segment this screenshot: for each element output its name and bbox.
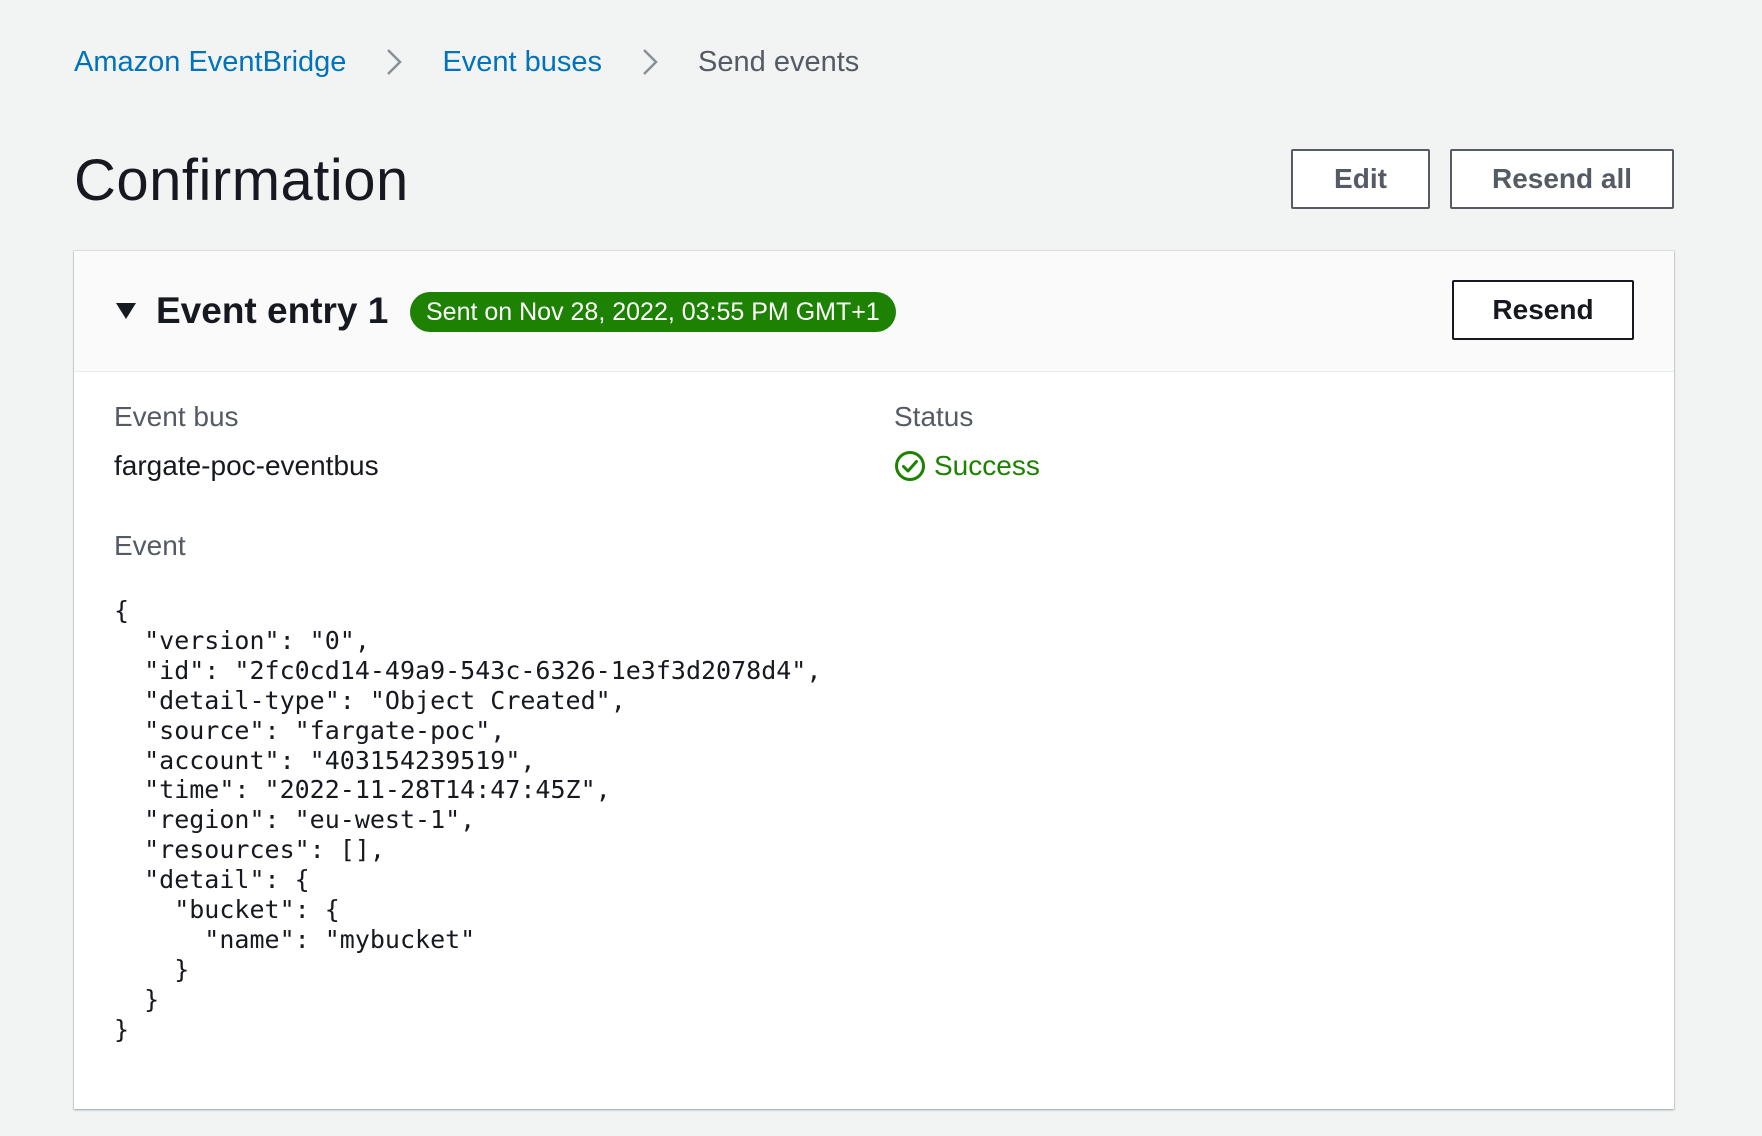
event-bus-value: fargate-poc-eventbus	[114, 450, 379, 481]
event-entry-expand-toggle[interactable]: Event entry 1	[114, 251, 388, 371]
edit-button[interactable]: Edit	[1291, 149, 1430, 209]
event-entry-header: Event entry 1 Sent on Nov 28, 2022, 03:5…	[74, 251, 1674, 372]
resend-button[interactable]: Resend	[1452, 280, 1634, 340]
breadcrumb-link-event-buses[interactable]: Event buses	[442, 40, 602, 84]
event-entry-card: Event entry 1 Sent on Nov 28, 2022, 03:5…	[74, 251, 1674, 1109]
header-actions: Edit Resend all	[1291, 149, 1674, 209]
event-entry-title: Event entry 1	[156, 290, 389, 331]
event-bus-label: Event bus	[114, 401, 239, 432]
chevron-right-icon	[372, 40, 416, 84]
event-json: { "version": "0", "id": "2fc0cd14-49a9-5…	[114, 596, 822, 1044]
caret-down-icon	[114, 299, 138, 323]
status-text: Success	[934, 450, 1040, 481]
breadcrumb-current-page: Send events	[698, 46, 860, 78]
breadcrumb-link-eventbridge[interactable]: Amazon EventBridge	[74, 40, 346, 84]
event-label: Event	[114, 530, 186, 561]
status-label: Status	[894, 401, 974, 432]
page-title: Confirmation	[74, 148, 409, 213]
status-value: Success	[894, 448, 1040, 484]
resend-all-button[interactable]: Resend all	[1450, 149, 1674, 209]
sent-status-badge: Sent on Nov 28, 2022, 03:55 PM GMT+1	[410, 292, 896, 332]
chevron-right-icon	[628, 40, 672, 84]
breadcrumb: Amazon EventBridge Event buses Send even…	[74, 40, 859, 84]
check-circle-icon	[894, 450, 926, 482]
